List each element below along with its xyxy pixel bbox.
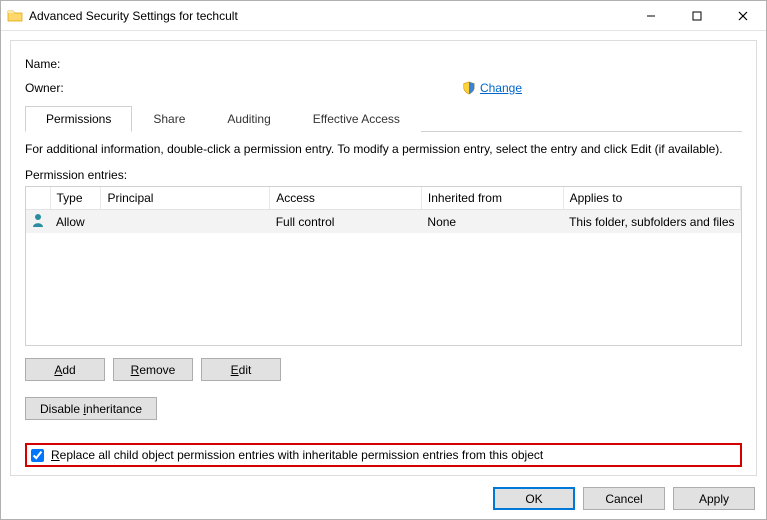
col-type[interactable]: Type xyxy=(50,187,101,210)
table-row[interactable]: Allow Full control None This folder, sub… xyxy=(26,210,741,234)
entries-label: Permission entries: xyxy=(25,168,742,182)
tab-auditing[interactable]: Auditing xyxy=(206,106,291,132)
owner-change: Change xyxy=(462,81,522,95)
change-owner-link[interactable]: Change xyxy=(480,81,522,95)
titlebar: Advanced Security Settings for techcult xyxy=(1,1,766,31)
replace-children-label[interactable]: Replace all child object permission entr… xyxy=(51,448,543,462)
dialog-footer: OK Cancel Apply xyxy=(493,487,755,510)
minimize-button[interactable] xyxy=(628,1,674,30)
tab-body: For additional information, double-click… xyxy=(25,132,742,420)
row-icon-cell xyxy=(26,210,50,234)
owner-label: Owner: xyxy=(25,81,85,95)
col-principal[interactable]: Principal xyxy=(101,187,270,210)
disable-inheritance-row: Disable inheritance xyxy=(25,397,742,420)
tab-permissions[interactable]: Permissions xyxy=(25,106,132,132)
entry-buttons: Add Remove Edit xyxy=(25,358,742,381)
replace-children-checkbox[interactable] xyxy=(31,449,44,462)
remove-button[interactable]: Remove xyxy=(113,358,193,381)
table-header-row: Type Principal Access Inherited from App… xyxy=(26,187,741,210)
col-icon[interactable] xyxy=(26,187,50,210)
ok-button[interactable]: OK xyxy=(493,487,575,510)
maximize-button[interactable] xyxy=(674,1,720,30)
shield-icon xyxy=(462,81,476,95)
name-row: Name: xyxy=(25,57,742,71)
tab-share[interactable]: Share xyxy=(132,106,206,132)
window-buttons xyxy=(628,1,766,30)
col-access[interactable]: Access xyxy=(270,187,422,210)
tab-effective-access[interactable]: Effective Access xyxy=(292,106,421,132)
row-inherited: None xyxy=(421,210,563,234)
folder-icon xyxy=(7,8,23,24)
replace-children-checkbox-row: Replace all child object permission entr… xyxy=(25,443,742,467)
add-button[interactable]: Add xyxy=(25,358,105,381)
disable-inheritance-button[interactable]: Disable inheritance xyxy=(25,397,157,420)
main-panel: Name: Owner: Change Permissions Share Au… xyxy=(10,40,757,476)
edit-button[interactable]: Edit xyxy=(201,358,281,381)
row-principal xyxy=(101,210,270,234)
close-button[interactable] xyxy=(720,1,766,30)
col-inherited[interactable]: Inherited from xyxy=(421,187,563,210)
window-title: Advanced Security Settings for techcult xyxy=(29,9,628,23)
cancel-button[interactable]: Cancel xyxy=(583,487,665,510)
info-text: For additional information, double-click… xyxy=(25,142,742,156)
apply-button[interactable]: Apply xyxy=(673,487,755,510)
owner-row: Owner: Change xyxy=(25,81,742,95)
row-access: Full control xyxy=(270,210,422,234)
permission-entries-table[interactable]: Type Principal Access Inherited from App… xyxy=(25,186,742,346)
name-label: Name: xyxy=(25,57,85,71)
user-icon xyxy=(30,212,46,228)
row-type: Allow xyxy=(50,210,101,234)
col-applies[interactable]: Applies to xyxy=(563,187,740,210)
row-applies: This folder, subfolders and files xyxy=(563,210,740,234)
tabs: Permissions Share Auditing Effective Acc… xyxy=(25,105,742,132)
